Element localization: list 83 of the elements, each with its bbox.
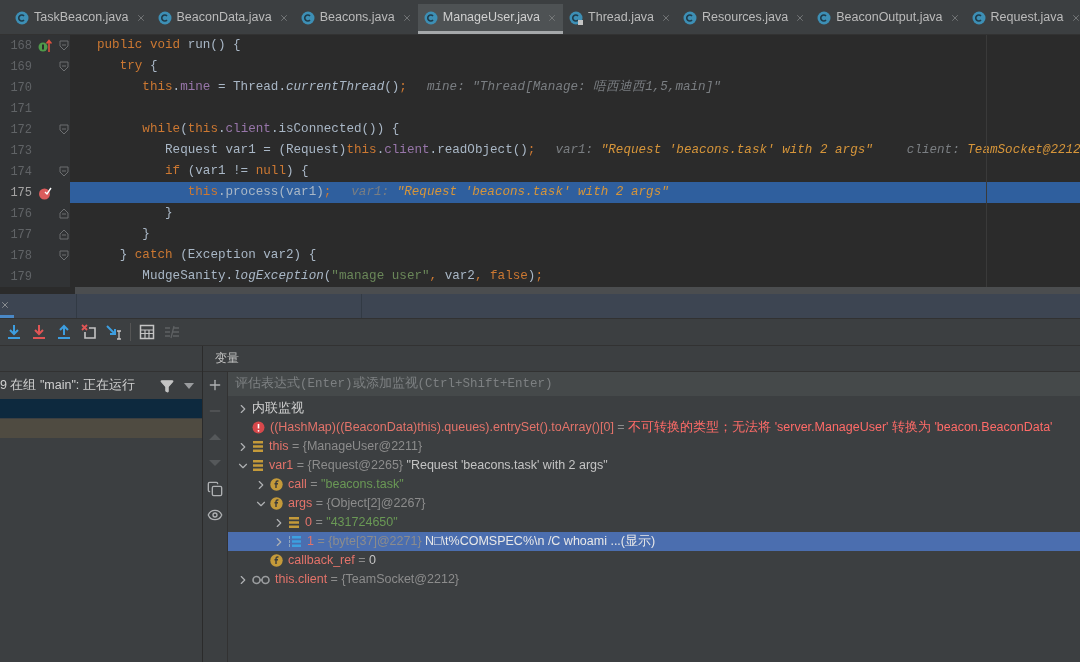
variable-text: 1 = {byte[37]@2271} N□\t%COMSPEC%\n /C whoami ...(显示) <box>307 533 656 551</box>
horizontal-scrollbar[interactable] <box>75 287 1080 294</box>
calculator-icon[interactable] <box>138 323 156 341</box>
variable-row[interactable]: 1 = {byte[37]@2271} N□\t%COMSPEC%\n /C whoami ...(显示) <box>228 532 1080 551</box>
array-icon <box>288 535 302 548</box>
close-icon[interactable] <box>278 12 289 23</box>
editor-tab[interactable]: Thread.java <box>563 4 678 34</box>
variable-text: 0 = "431724650" <box>305 514 398 532</box>
view-icon[interactable] <box>207 507 223 523</box>
step-over-icon[interactable] <box>5 323 23 341</box>
code-line: MudgeSanity.logException("manage user", var2, false); <box>142 268 543 286</box>
editor-tab[interactable]: Request.java <box>965 4 1080 34</box>
breakpoint-icon[interactable] <box>38 185 52 200</box>
copy-icon[interactable] <box>207 481 223 497</box>
inline-value-hint: mine: "Thread[Manage: 唔西迪西1,5,main]" <box>426 78 721 97</box>
variable-icon <box>288 516 300 529</box>
fold-end-icon[interactable] <box>59 229 69 240</box>
variable-text: 内联监视 <box>252 400 304 418</box>
fold-icon[interactable] <box>59 61 69 72</box>
variable-row[interactable]: args = {Object[2]@2267} <box>228 494 1080 513</box>
variable-row[interactable]: this = {ManageUser@2211} <box>228 437 1080 456</box>
variable-text: this = {ManageUser@2211} <box>269 438 423 456</box>
close-icon[interactable] <box>661 12 672 23</box>
code-line: } catch (Exception var2) { <box>119 247 317 265</box>
close-icon[interactable] <box>795 12 806 23</box>
variable-icon <box>252 440 264 453</box>
code-line: } <box>142 226 150 244</box>
field-icon <box>270 497 283 510</box>
watch-glasses-icon <box>252 574 270 585</box>
add-watch-icon[interactable] <box>207 377 223 393</box>
code-line: Request var1 = (Request)this.client.readObject(); <box>165 142 536 160</box>
step-out-icon[interactable] <box>55 323 73 341</box>
close-icon[interactable] <box>0 299 10 310</box>
variable-row[interactable]: 0 = "431724650" <box>228 513 1080 532</box>
variable-row[interactable]: var1 = {Request@2265} "Request 'beacons.task' with 2 args" <box>228 456 1080 475</box>
variable-row[interactable]: this.client = {TeamSocket@2212} <box>228 570 1080 589</box>
editor-tab[interactable]: BeaconOutput.java <box>811 4 966 34</box>
close-icon[interactable] <box>547 12 558 23</box>
close-icon[interactable] <box>401 12 412 23</box>
field-icon <box>270 554 283 567</box>
force-step-into-icon[interactable] <box>30 323 48 341</box>
fold-icon[interactable] <box>59 124 69 135</box>
dropdown-caret-icon[interactable] <box>184 382 194 389</box>
panel-title: 变量 <box>215 350 239 366</box>
editor-tab[interactable]: TaskBeacon.java <box>9 4 152 34</box>
code-line: if (var1 != null) { <box>165 163 309 181</box>
variable-icon <box>252 459 264 472</box>
fold-icon[interactable] <box>59 40 69 51</box>
implements-icon[interactable] <box>38 38 52 53</box>
error-icon <box>252 421 265 434</box>
inline-value-hint: client: TeamSocket@2212 <box>906 142 1080 160</box>
editor-tab[interactable]: Resources.java <box>677 4 812 34</box>
drop-frame-icon[interactable] <box>80 323 98 341</box>
code-line: while(this.client.isConnected()) { <box>142 121 400 139</box>
field-icon <box>270 478 283 491</box>
editor-tab[interactable]: ManageUser.java <box>417 4 564 34</box>
variable-text: call = "beacons.task" <box>288 476 404 494</box>
variable-text: callback_ref = 0 <box>288 552 376 570</box>
editor-tab[interactable]: Beacons.java <box>294 4 418 34</box>
code-line: public void run() { <box>97 37 241 55</box>
run-to-cursor-icon[interactable] <box>105 323 123 341</box>
fold-icon[interactable] <box>59 250 69 261</box>
inline-value-hint: var1: "Request 'beacons.task' with 2 args" <box>351 184 669 202</box>
fold-end-icon[interactable] <box>59 208 69 219</box>
fold-icon[interactable] <box>59 166 69 177</box>
close-icon[interactable] <box>135 12 146 23</box>
variable-row[interactable]: 内联监视 <box>228 399 1080 418</box>
code-line: try { <box>119 58 158 76</box>
code-line: this.process(var1); <box>187 184 332 202</box>
code-line: } <box>165 205 173 223</box>
filter-icon[interactable] <box>160 378 174 393</box>
line-number: 175 <box>9 184 32 202</box>
variable-text: args = {Object[2]@2267} <box>288 495 426 513</box>
variable-row[interactable]: call = "beacons.task" <box>228 475 1080 494</box>
variable-text: var1 = {Request@2265} "Request 'beacons.task' with 2 args" <box>269 457 608 475</box>
close-icon[interactable] <box>1070 12 1080 23</box>
editor-tab[interactable]: BeaconData.java <box>151 4 295 34</box>
variable-row[interactable]: callback_ref = 0 <box>228 551 1080 570</box>
thread-selector[interactable]: 9 在组 "main": 正在运行 <box>0 376 160 395</box>
code-line: this.mine = Thread.currentThread(); <box>142 79 407 97</box>
inline-value-hint: var1: "Request 'beacons.task' with 2 args" <box>555 142 873 160</box>
variable-text: this.client = {TeamSocket@2212} <box>275 571 460 589</box>
close-icon[interactable] <box>949 12 960 23</box>
